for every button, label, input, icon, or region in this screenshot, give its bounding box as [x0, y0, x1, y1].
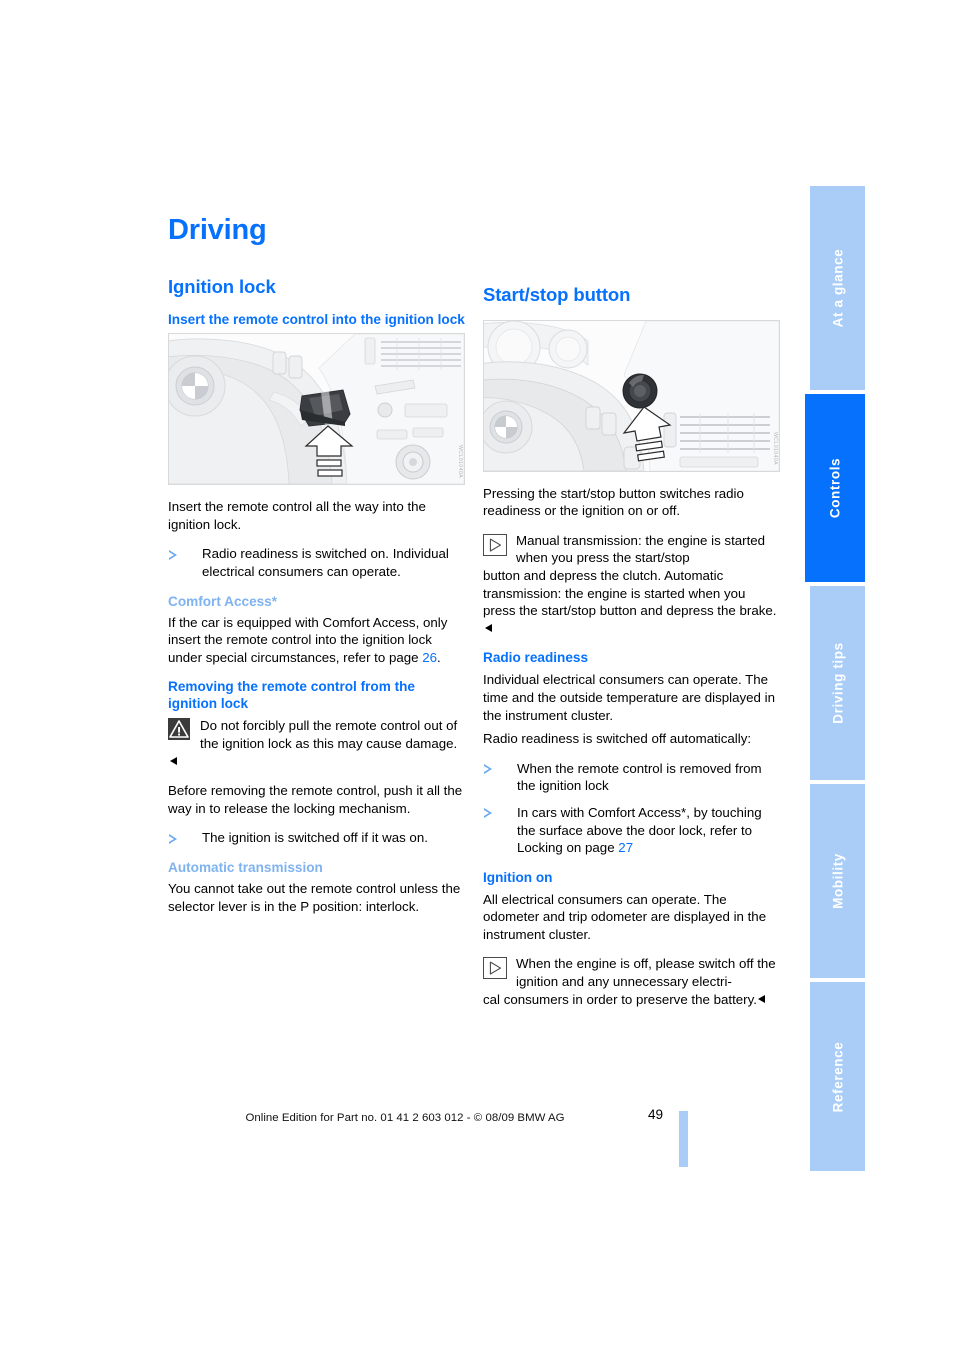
subheading-radio-readiness: Radio readiness: [483, 650, 589, 666]
remote-control-in-ignition-lock: [299, 389, 351, 427]
note-block-battery: When the engine is off, please switch of…: [483, 955, 780, 1008]
subheading-comfort-access: Comfort Access*: [168, 593, 278, 609]
list-item: When the remote control is removed from …: [483, 760, 780, 795]
end-of-note-marker: [484, 624, 492, 633]
list-item-text: When the remote control is removed from …: [517, 760, 762, 794]
note-text-rest-body: button and depress the clutch. Automatic…: [483, 567, 777, 619]
tab-reference[interactable]: Reference: [810, 982, 865, 1171]
list-item-text: In cars with Comfort Access*, by touchin…: [517, 804, 762, 856]
radio-readiness-body-1: Individual electrical consumers can oper…: [483, 672, 775, 723]
comfort-access-text-after: .: [437, 649, 441, 665]
radio-readiness-body-2: Radio readiness is switched off automati…: [483, 731, 752, 747]
triangle-bullet-icon: [484, 764, 492, 775]
subheading-automatic-transmission: Automatic transmission: [168, 859, 323, 875]
warning-text: Do not forcibly pull the remote control …: [168, 717, 465, 770]
tab-at-a-glance-label: At a glance: [830, 248, 845, 328]
battery-note-indented: When the engine is off, please switch of…: [516, 956, 776, 990]
warning-block: Do not forcibly pull the remote control …: [168, 717, 465, 770]
insert-bullet-list: Radio readiness is switched on. Individu…: [168, 545, 465, 580]
radio-readiness-bullet-list: When the remote control is removed from …: [483, 760, 780, 857]
tab-mobility-label: Mobility: [830, 853, 845, 909]
list-item-text: The ignition is switched off if it was o…: [202, 830, 428, 846]
page-number: 49: [648, 1107, 664, 1122]
note-text-rest: button and depress the clutch. Automatic…: [483, 567, 780, 637]
right-column: Start/stop button WCL01040A Pressing the…: [483, 284, 780, 1020]
tab-controls[interactable]: Controls: [805, 394, 865, 584]
note-triangle-icon: [483, 957, 507, 980]
tab-at-a-glance[interactable]: At a glance: [810, 186, 865, 392]
tab-driving-tips-label: Driving tips: [830, 642, 845, 724]
automatic-transmission-body: You cannot take out the remote control u…: [168, 880, 461, 914]
tab-controls-label: Controls: [827, 457, 843, 519]
figure-start-stop-button: WCL01040A: [483, 319, 780, 472]
end-of-note-marker: [758, 995, 766, 1004]
figure-ignition-lock: WCL01040A: [168, 333, 465, 486]
list-item: The ignition is switched off if it was o…: [168, 829, 465, 847]
manual-page: At a glance Controls Driving tips Mobili…: [0, 0, 954, 1350]
tab-driving-tips[interactable]: Driving tips: [810, 586, 865, 782]
start-stop-button-graphic: [622, 373, 658, 409]
start-stop-intro-text: Pressing the start/stop button switches …: [483, 485, 744, 519]
ignition-on-body: All electrical consumers can operate. Th…: [483, 891, 767, 942]
list-item-text: Radio readiness is switched on. Individu…: [202, 546, 449, 579]
battery-note-rest-body: cal consumers in order to preserve the b…: [483, 991, 757, 1007]
note-text-indented: Manual transmission: the engine is start…: [516, 532, 766, 566]
section-heading-start-stop-button: Start/stop button: [483, 284, 631, 305]
insert-body-text: Insert the remote control all the way in…: [168, 499, 426, 532]
triangle-bullet-icon: [169, 549, 177, 560]
removing-bullet-list: The ignition is switched off if it was o…: [168, 829, 465, 847]
comfort-access-text-before: If the car is equipped with Comfort Acce…: [168, 614, 448, 665]
page-edge-marker: [679, 1111, 688, 1167]
page-reference-link-26[interactable]: 26: [422, 650, 437, 665]
tab-mobility[interactable]: Mobility: [810, 784, 865, 980]
footer: Online Edition for Part no. 01 41 2 603 …: [0, 1108, 810, 1126]
figure-code-left: WCL01040A: [457, 445, 463, 479]
list-item: Radio readiness is switched on. Individu…: [168, 545, 465, 580]
removing-body-text: Before removing the remote control, push…: [168, 783, 463, 816]
warning-text-body: Do not forcibly pull the remote control …: [200, 718, 458, 751]
tab-reference-label: Reference: [830, 1041, 845, 1112]
subheading-removing-remote-control: Removing the remote control from the ign…: [168, 679, 415, 712]
section-heading-ignition-lock: Ignition lock: [168, 275, 276, 297]
warning-triangle-icon: [168, 718, 190, 741]
ignition-lock-illustration: [169, 334, 464, 485]
list-item: In cars with Comfort Access*, by touchin…: [483, 804, 780, 857]
page-title: Driving: [168, 214, 267, 246]
footer-text: Online Edition for Part no. 01 41 2 603 …: [245, 1112, 565, 1124]
section-index-tabs: At a glance Controls Driving tips Mobili…: [805, 186, 954, 1171]
comfort-access-body: If the car is equipped with Comfort Acce…: [168, 614, 465, 667]
start-stop-button-illustration: [484, 320, 779, 471]
figure-code-right: WCL01040A: [772, 431, 778, 465]
battery-note-rest: cal consumers in order to preserve the b…: [483, 991, 780, 1009]
left-column: Driving Ignition lock Insert the remote …: [168, 214, 465, 915]
end-of-note-marker: [169, 757, 177, 766]
page-reference-link-27[interactable]: 27: [618, 840, 633, 855]
note-block-transmission: Manual transmission: the engine is start…: [483, 532, 780, 638]
subheading-ignition-on: Ignition on: [483, 869, 553, 885]
triangle-bullet-icon: [484, 808, 492, 819]
triangle-bullet-icon: [169, 833, 177, 844]
subheading-insert-remote-control: Insert the remote control into the ignit…: [168, 312, 465, 328]
note-triangle-icon: [483, 533, 507, 556]
